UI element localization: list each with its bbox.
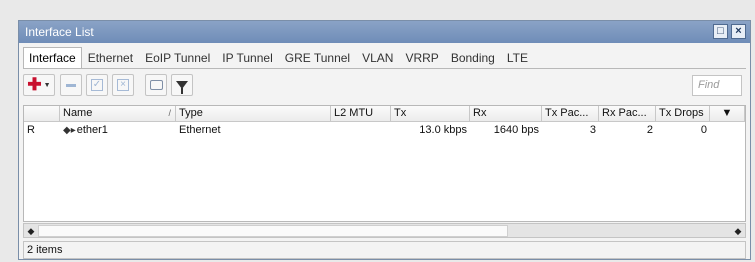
row-name: ether1: [76, 124, 108, 136]
tab-gre-tunnel[interactable]: GRE Tunnel: [278, 47, 357, 69]
toolbar: ✚ ▼ ✓ × Find: [23, 74, 746, 100]
column-tx-packets[interactable]: Tx Pac...: [542, 106, 599, 122]
row-tx-packets: 3: [589, 124, 596, 136]
column-tx-drops[interactable]: Tx Drops: [656, 106, 710, 122]
row-l2mtu: [331, 123, 391, 139]
column-flag[interactable]: [24, 106, 60, 122]
close-icon[interactable]: ×: [731, 24, 746, 39]
tab-bonding[interactable]: Bonding: [444, 47, 501, 69]
row-tx: 13.0 kbps: [419, 124, 467, 136]
row-type: Ethernet: [179, 124, 221, 136]
column-type[interactable]: Type: [176, 106, 331, 122]
filter-button[interactable]: [171, 74, 193, 96]
scroll-left-icon[interactable]: ◆: [25, 225, 37, 237]
restore-icon[interactable]: □: [713, 24, 728, 39]
tab-vlan[interactable]: VLAN: [356, 47, 400, 69]
horizontal-scrollbar[interactable]: ◆ ◆: [23, 223, 746, 238]
title-bar[interactable]: Interface List □ ×: [19, 21, 750, 43]
filter-icon: [176, 81, 188, 94]
comment-button[interactable]: [145, 74, 167, 96]
tab-divider: [23, 68, 746, 69]
interface-icon: ◆▸: [63, 125, 76, 136]
window-title: Interface List: [25, 25, 94, 39]
tab-ip-tunnel[interactable]: IP Tunnel: [216, 47, 279, 69]
add-button[interactable]: ✚ ▼: [23, 74, 55, 96]
tab-eoip-tunnel[interactable]: EoIP Tunnel: [139, 47, 217, 69]
enable-button[interactable]: ✓: [86, 74, 108, 96]
column-tx[interactable]: Tx: [391, 106, 470, 122]
column-rx[interactable]: Rx: [470, 106, 542, 122]
scroll-right-icon[interactable]: ◆: [732, 225, 744, 237]
tab-interface[interactable]: Interface: [23, 47, 82, 69]
find-input[interactable]: Find: [692, 75, 742, 96]
plus-icon: ✚: [27, 75, 42, 94]
row-rx: 1640 bps: [493, 124, 539, 136]
tab-lte[interactable]: LTE: [500, 47, 534, 69]
column-rx-packets[interactable]: Rx Pac...: [599, 106, 656, 122]
comment-icon: [149, 80, 163, 90]
disable-button[interactable]: ×: [112, 74, 134, 96]
minus-icon: [66, 83, 76, 87]
tab-ethernet[interactable]: Ethernet: [81, 47, 140, 69]
interface-table: Name / Type L2 MTU Tx Rx Tx Pac... Rx Pa…: [23, 105, 746, 222]
columns-menu-icon[interactable]: ▼: [710, 106, 745, 122]
table-row[interactable]: R ◆▸ether1 Ethernet 13.0 kbps 1640 bps 3…: [24, 123, 745, 139]
check-icon: ✓: [91, 79, 103, 91]
tab-bar: Interface Ethernet EoIP Tunnel IP Tunnel…: [23, 47, 534, 69]
column-name-label: Name: [63, 107, 93, 119]
row-name-cell: ◆▸ether1: [60, 123, 176, 139]
tab-vrrp[interactable]: VRRP: [399, 47, 445, 69]
table-header: Name / Type L2 MTU Tx Rx Tx Pac... Rx Pa…: [24, 106, 745, 122]
interface-list-window: Interface List □ × Interface Ethernet Eo…: [18, 20, 751, 260]
remove-button[interactable]: [60, 74, 82, 96]
scroll-thumb[interactable]: [38, 225, 508, 237]
row-flag: R: [27, 124, 35, 136]
caret-down-icon: ▼: [43, 81, 51, 89]
row-rx-packets: 2: [646, 124, 653, 136]
status-bar: 2 items: [23, 241, 746, 259]
disable-icon: ×: [117, 79, 129, 91]
row-tx-drops: 0: [700, 124, 707, 136]
window-controls: □ ×: [713, 24, 746, 39]
column-name[interactable]: Name /: [60, 106, 176, 122]
column-l2mtu[interactable]: L2 MTU: [331, 106, 391, 122]
sort-icon: /: [168, 108, 171, 118]
